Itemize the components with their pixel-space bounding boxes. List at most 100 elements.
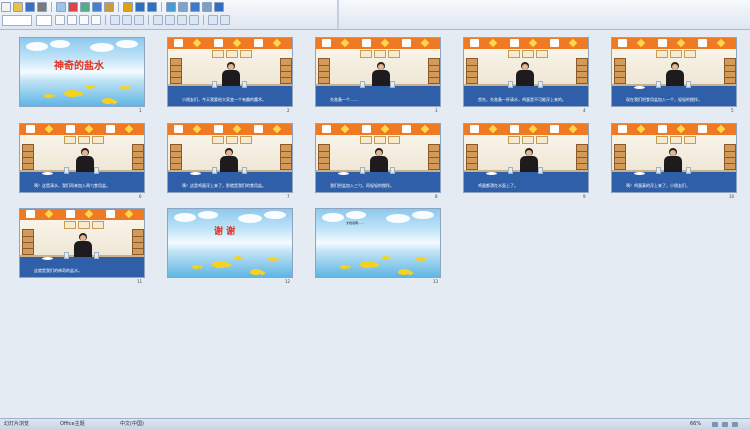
banner-decoration [402, 39, 411, 47]
cloud-shape [174, 213, 196, 222]
wall-sign [684, 50, 696, 58]
water-glass [360, 81, 365, 88]
slide-caption: 咦！这是鸡蛋浮上来了，那就是我们的食用盐。 [182, 183, 266, 188]
salt-plate [634, 172, 645, 175]
bookshelf [280, 58, 292, 84]
cut-icon[interactable] [80, 2, 90, 12]
status-bar: 幻灯片浏览 Office主题 中文(中国) 66% [0, 418, 750, 430]
cloud-shape [322, 213, 344, 222]
water-glass [538, 167, 543, 174]
slide-thumbnail[interactable]: 首先，先准备一杯清水，鸡蛋是不可能浮上来的。 [463, 37, 589, 107]
fish-icon [86, 85, 96, 89]
water-glass [94, 167, 99, 174]
copy-icon[interactable] [92, 2, 102, 12]
fish-icon [360, 261, 380, 268]
bookshelf [614, 144, 626, 170]
water-glass [212, 167, 217, 174]
fish-icon [382, 256, 392, 260]
new-icon[interactable] [1, 2, 11, 12]
preview-icon[interactable] [56, 2, 66, 12]
slide-number: 13 [433, 279, 439, 284]
center-icon[interactable] [122, 15, 132, 25]
open-icon[interactable] [13, 2, 23, 12]
align-left-icon[interactable] [110, 15, 120, 25]
slide-caption: 小朋友们，今天我要给大家变一个有趣的魔术。 [182, 97, 266, 102]
bookshelf [466, 144, 478, 170]
paste-icon[interactable] [104, 2, 114, 12]
banner-decoration [510, 39, 519, 47]
zoom-icon[interactable] [202, 2, 212, 12]
slide-thumbnail[interactable]: 小朋友们，今天我要给大家变一个有趣的魔术。 [167, 37, 293, 107]
slideshow-view-icon[interactable] [732, 422, 738, 427]
align-right-icon[interactable] [134, 15, 144, 25]
slide-thumbnail[interactable]: 咦！这是鸡蛋浮上来了，那就是我们的食用盐。 [167, 123, 293, 193]
banner-decoration [470, 125, 479, 133]
print-icon[interactable] [37, 2, 47, 12]
fish-icon [340, 265, 351, 269]
insert-table-icon[interactable] [178, 2, 188, 12]
slide-thumbnail[interactable]: 谢 谢 [167, 208, 293, 278]
hyperlink-icon[interactable] [190, 2, 200, 12]
slide-thumbnail[interactable]: 鸡蛋都漂在水面上了。 [463, 123, 589, 193]
cloud-shape [264, 211, 286, 219]
slide-thumbnail[interactable]: 现在我们把食用盐加入一个，轻轻的搅拌。 [611, 37, 737, 107]
slide-thumbnail[interactable]: 咦！这是清水，我们再来加入两勺食用盐。 [19, 123, 145, 193]
bookshelf [576, 58, 588, 84]
font-size-combo[interactable] [36, 14, 52, 26]
bookshelf [280, 144, 292, 170]
save-icon[interactable] [25, 2, 35, 12]
increase-font-icon[interactable] [177, 15, 187, 25]
water-glass [64, 167, 69, 174]
slide-thumbnail[interactable]: 文档说明…… [315, 208, 441, 278]
italic-icon[interactable] [67, 15, 77, 25]
wall-sign [522, 136, 534, 144]
bookshelf [614, 58, 626, 84]
insert-chart-icon[interactable] [166, 2, 176, 12]
slide-thumbnail[interactable]: 神奇的盐水 [19, 37, 145, 107]
wall-sign [240, 136, 252, 144]
normal-view-icon[interactable] [712, 422, 718, 427]
decrease-font-icon[interactable] [189, 15, 199, 25]
cloud-shape [346, 211, 366, 219]
slide-thumbnail[interactable]: 我们把盐加入三勺，再轻轻的搅拌。 [315, 123, 441, 193]
bullets-icon[interactable] [153, 15, 163, 25]
spelling-icon[interactable] [68, 2, 78, 12]
redo-icon[interactable] [147, 2, 157, 12]
help-icon[interactable] [214, 2, 224, 12]
bookshelf [132, 229, 144, 255]
slide-title: 神奇的盐水 [54, 61, 104, 72]
fish-icon [268, 257, 279, 261]
slide-number: 12 [285, 279, 291, 284]
banner-decoration [322, 39, 331, 47]
salt-plate [338, 172, 349, 175]
salt-plate [486, 172, 497, 175]
undo-icon[interactable] [135, 2, 145, 12]
shadow-icon[interactable] [91, 15, 101, 25]
status-design: Office主题 [60, 421, 85, 427]
slide-thumbnail[interactable]: 这就是我们的神奇的盐水。 [19, 208, 145, 278]
font-name-combo[interactable] [2, 14, 32, 26]
format-painter-icon[interactable] [123, 2, 133, 12]
bold-icon[interactable] [55, 15, 65, 25]
design-icon[interactable] [208, 15, 218, 25]
slide-number: 9 [583, 194, 586, 199]
new-slide-icon[interactable] [220, 15, 230, 25]
bookshelf [576, 144, 588, 170]
toolbar [0, 0, 750, 30]
bookshelf [170, 144, 182, 170]
toolbar-separator [118, 2, 119, 12]
banner-decoration [254, 39, 263, 47]
underline-icon[interactable] [79, 15, 89, 25]
numbering-icon[interactable] [165, 15, 175, 25]
end-slide-text: 文档说明…… [346, 221, 365, 225]
sorter-view-icon[interactable] [722, 422, 728, 427]
banner-decoration [402, 125, 411, 133]
slide-caption: 我们把盐加入三勺，再轻轻的搅拌。 [330, 183, 394, 188]
toolbar-resize-handle[interactable] [337, 0, 339, 29]
slide-thumbnail[interactable]: 先准备一个…… [315, 37, 441, 107]
slide-thumbnail[interactable]: 咦！鸡蛋真的浮上来了，小朋友们， [611, 123, 737, 193]
status-zoom[interactable]: 66% [690, 419, 701, 430]
toolbar-separator [161, 2, 162, 12]
banner-decoration [66, 125, 75, 133]
water-glass [360, 167, 365, 174]
